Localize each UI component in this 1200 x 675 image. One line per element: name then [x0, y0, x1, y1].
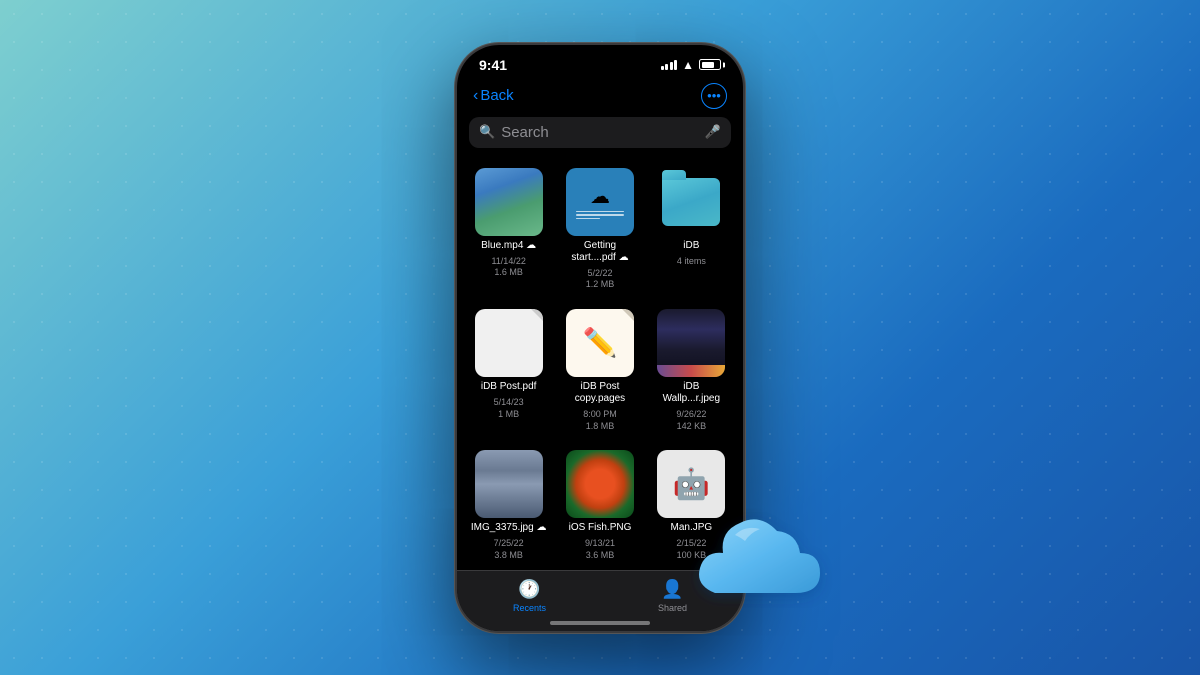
cloud-doc-icon: ☁: [590, 184, 610, 209]
back-button[interactable]: ‹ Back: [473, 87, 514, 105]
ellipsis-icon: •••: [707, 88, 721, 103]
file-meta: 7/25/223.8 MB: [494, 538, 524, 561]
file-meta: 8:00 PM1.8 MB: [583, 409, 617, 432]
battery-icon: [699, 59, 721, 70]
file-thumbnail: [475, 309, 543, 377]
list-item[interactable]: iDB Wallp...r.jpeg 9/26/22142 KB: [648, 301, 735, 438]
list-item[interactable]: ☁ Getting start....pdf ☁ 5/2/221.2 MB: [556, 160, 643, 297]
file-meta: 5/2/221.2 MB: [586, 268, 615, 291]
pages-thumbnail: ✏️: [566, 309, 634, 377]
file-thumbnail: [657, 309, 725, 377]
status-time: 9:41: [479, 57, 507, 73]
wallpaper-bar: [657, 365, 725, 377]
file-meta: 5/14/231 MB: [494, 397, 524, 420]
clock-icon: 🕐: [519, 579, 541, 601]
more-button[interactable]: •••: [701, 83, 727, 109]
wifi-icon: ▲: [682, 58, 694, 72]
folder-shape: [662, 178, 720, 226]
file-name: Getting start....pdf ☁: [562, 240, 638, 264]
file-thumbnail: ✏️: [566, 309, 634, 377]
search-icon: 🔍: [479, 124, 495, 140]
file-thumbnail: [475, 168, 543, 236]
tab-recents-label: Recents: [513, 603, 546, 613]
file-name: IMG_3375.jpg ☁: [471, 522, 547, 534]
file-thumbnail: [566, 450, 634, 518]
list-item[interactable]: ✏️ iDB Post copy.pages 8:00 PM1.8 MB: [556, 301, 643, 438]
fish-thumbnail: [566, 450, 634, 518]
list-item[interactable]: Blue.mp4 ☁ 11/14/221.6 MB: [465, 160, 552, 297]
curtain-thumbnail: [475, 450, 543, 518]
file-name: iOS Fish.PNG: [569, 522, 632, 534]
list-item[interactable]: iDB 4 items: [648, 160, 735, 297]
file-thumbnail: [475, 450, 543, 518]
file-name: iDB: [683, 240, 699, 252]
battery-fill: [702, 62, 715, 68]
dynamic-island: [586, 55, 614, 64]
folder-thumbnail: [657, 168, 725, 236]
home-indicator: [550, 621, 650, 625]
blue-doc-thumbnail: ☁: [566, 168, 634, 236]
signal-bars-icon: [661, 60, 678, 70]
scene: 9:41 ▲ ‹ Bac: [455, 43, 745, 633]
file-name: iDB Post.pdf: [481, 381, 537, 393]
icloud-decoration-icon: [665, 503, 835, 623]
pages-pencil-icon: ✏️: [583, 326, 618, 359]
search-bar[interactable]: 🔍 Search 🎤: [469, 117, 731, 148]
file-name: Blue.mp4 ☁: [481, 240, 536, 252]
status-icons: ▲: [661, 58, 721, 72]
doc-lines: [576, 211, 624, 220]
mic-icon: 🎤: [705, 124, 721, 140]
file-name: iDB Post copy.pages: [562, 381, 638, 405]
landscape-thumbnail: [475, 168, 543, 236]
file-meta: 9/13/213.6 MB: [585, 538, 615, 561]
file-thumbnail: ☁: [566, 168, 634, 236]
file-name: iDB Wallp...r.jpeg: [653, 381, 729, 405]
search-placeholder: Search: [501, 124, 699, 141]
list-item[interactable]: IMG_3375.jpg ☁ 7/25/223.8 MB: [465, 442, 552, 567]
nav-bar: ‹ Back •••: [457, 77, 743, 113]
pdf-thumbnail: [475, 309, 543, 377]
file-meta: 9/26/22142 KB: [676, 409, 706, 432]
file-thumbnail: [657, 168, 725, 236]
file-meta: 11/14/221.6 MB: [491, 256, 525, 279]
file-meta: 4 items: [677, 256, 706, 268]
wallpaper-thumbnail: [657, 309, 725, 377]
list-item[interactable]: iOS Fish.PNG 9/13/213.6 MB: [556, 442, 643, 567]
list-item[interactable]: iDB Post.pdf 5/14/231 MB: [465, 301, 552, 438]
back-label: Back: [480, 87, 513, 104]
tab-recents[interactable]: 🕐 Recents: [513, 579, 546, 613]
chevron-left-icon: ‹: [473, 87, 478, 105]
